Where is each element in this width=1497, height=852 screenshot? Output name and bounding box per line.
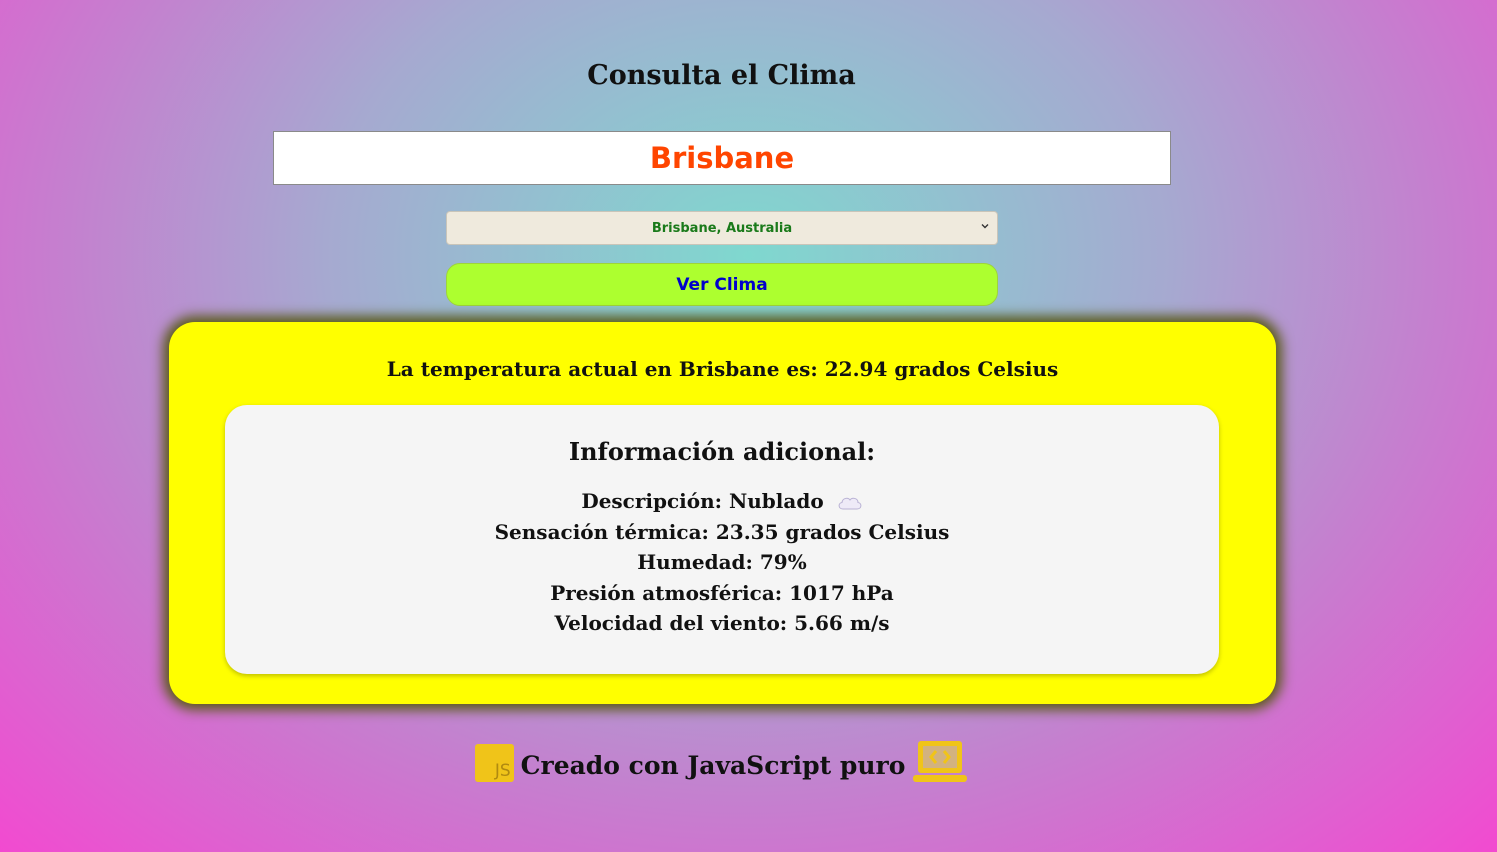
temperature-text: La temperatura actual en Brisbane es: 22… (386, 357, 1059, 381)
humidity-line: Humedad: 79% (637, 550, 807, 574)
javascript-icon: JS (474, 744, 514, 782)
info-title: Información adicional: (568, 437, 876, 466)
footer-text: Creado con JavaScript puro (520, 750, 906, 780)
description-text: Descripción: Nublado (581, 489, 824, 513)
pressure-line: Presión atmosférica: 1017 hPa (550, 580, 894, 605)
city-input[interactable] (273, 131, 1171, 185)
description-line: Descripción: Nublado (225, 486, 1219, 517)
weather-result-card: La temperatura actual en Brisbane es: 22… (169, 322, 1276, 704)
cloud-icon (838, 497, 862, 509)
feels-like-line: Sensación térmica: 23.35 grados Celsius (494, 519, 950, 544)
laptop-code-icon (913, 741, 968, 782)
page-title: Consulta el Clima (587, 60, 856, 91)
chevron-down-icon (981, 224, 989, 229)
additional-info-panel: Información adicional: Descripción: Nubl… (225, 405, 1219, 674)
location-select[interactable]: Brisbane, Australia (446, 211, 998, 245)
location-select-value: Brisbane, Australia (651, 220, 793, 236)
wind-line: Velocidad del viento: 5.66 m/s (554, 611, 890, 635)
view-weather-button[interactable]: Ver Clima (446, 263, 998, 306)
footer: JS Creado con JavaScript puro (0, 741, 1443, 785)
